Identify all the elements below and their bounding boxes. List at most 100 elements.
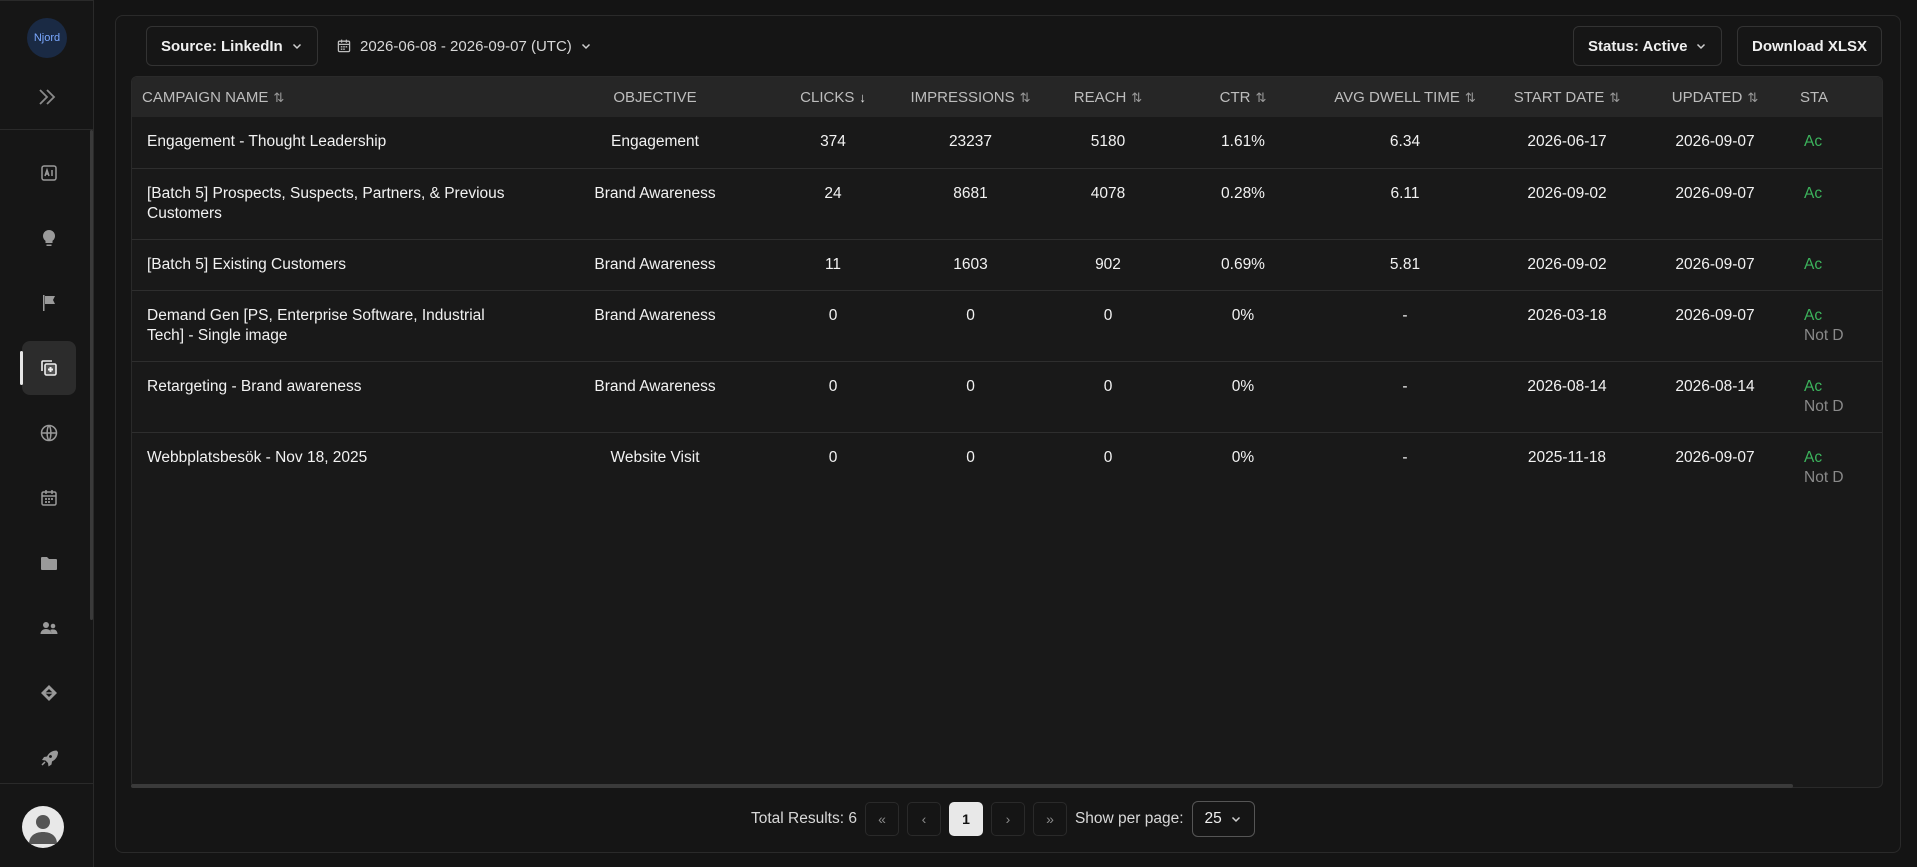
- date-range-picker[interactable]: 2026-06-08 - 2026-09-07 (UTC): [322, 26, 606, 66]
- ctr: 0%: [1231, 448, 1255, 466]
- campaign-name[interactable]: Retargeting - Brand awareness: [132, 361, 537, 433]
- status-subtext: Not D: [1804, 326, 1844, 344]
- status-cell: Ac Not D: [1788, 432, 1882, 503]
- col-status: STA: [1800, 88, 1829, 106]
- impressions: 0: [893, 361, 1048, 433]
- double-chevron-right-icon: »: [1046, 811, 1054, 827]
- status-cell: Ac: [1788, 168, 1882, 240]
- chevron-right-icon: ›: [1005, 811, 1011, 827]
- col-start-date[interactable]: START DATE ⇅: [1492, 77, 1642, 117]
- status-text: Ac: [1804, 184, 1823, 202]
- globe-icon[interactable]: [22, 406, 76, 460]
- col-impressions[interactable]: IMPRESSIONS ⇅: [893, 77, 1048, 117]
- sort-icon: ⇅: [1609, 89, 1621, 105]
- brand-logo[interactable]: Njord: [27, 18, 67, 58]
- rocket-icon[interactable]: [22, 731, 76, 785]
- ai-report-icon[interactable]: [22, 146, 76, 200]
- campaign-name[interactable]: Engagement - Thought Leadership: [132, 117, 537, 169]
- table-row[interactable]: [Batch 5] Prospects, Suspects, Partners,…: [132, 168, 1882, 240]
- col-updated[interactable]: UPDATED ⇅: [1642, 77, 1788, 117]
- first-page-button[interactable]: «: [864, 802, 899, 836]
- table-row[interactable]: Retargeting - Brand awareness Brand Awar…: [132, 361, 1882, 433]
- folder-icon[interactable]: [22, 536, 76, 590]
- page-button-current[interactable]: 1: [948, 802, 983, 836]
- status-filter-dropdown[interactable]: Status: Active: [1573, 26, 1723, 66]
- sort-icon: ⇅: [1464, 89, 1476, 105]
- download-xlsx-button[interactable]: Download XLSX: [1737, 26, 1883, 66]
- ctr: 0%: [1168, 290, 1318, 362]
- campaign-name[interactable]: Demand Gen [PS, Enterprise Software, Ind…: [132, 290, 537, 362]
- per-page-value: 25: [1204, 810, 1222, 827]
- status-text: Ac: [1804, 377, 1823, 395]
- prev-page-button[interactable]: ‹: [906, 802, 941, 836]
- clicks: 0: [828, 448, 838, 466]
- objective: Brand Awareness: [537, 361, 773, 433]
- updated-date: 2026-09-07: [1642, 117, 1788, 169]
- chevron-down-icon: [292, 43, 301, 50]
- objective: Website Visit: [610, 448, 700, 466]
- download-label: Download XLSX: [1752, 37, 1868, 55]
- start-date: 2026-08-14: [1492, 361, 1642, 433]
- impressions: 1603: [893, 239, 1048, 291]
- reach: 902: [1048, 239, 1168, 291]
- users-icon[interactable]: [22, 601, 76, 655]
- chevron-down-icon: [581, 43, 590, 50]
- col-clicks[interactable]: CLICKS ↓: [773, 77, 893, 117]
- pagination: Total Results: 6 « ‹ 1 › » Show per page…: [751, 801, 1255, 837]
- status-cell: Ac: [1788, 239, 1882, 291]
- campaigns-icon[interactable]: [20, 341, 76, 395]
- expand-sidebar-icon[interactable]: [36, 86, 58, 108]
- table-row[interactable]: [Batch 5] Existing Customers Brand Aware…: [132, 239, 1882, 291]
- objective: Brand Awareness: [537, 290, 773, 362]
- col-ctr[interactable]: CTR ⇅: [1168, 77, 1318, 117]
- avg-dwell-time: -: [1318, 361, 1492, 433]
- date-range-label: 2026-06-08 - 2026-09-07 (UTC): [360, 37, 572, 55]
- status-cell: Ac: [1788, 117, 1882, 169]
- col-campaign-name[interactable]: CAMPAIGN NAME ⇅: [132, 77, 537, 117]
- start-date: 2025-11-18: [1527, 448, 1607, 466]
- user-avatar[interactable]: [22, 806, 64, 848]
- start-date: 2026-09-02: [1492, 168, 1642, 240]
- sidebar-divider: [0, 129, 94, 130]
- objective: Brand Awareness: [537, 168, 773, 240]
- table-row[interactable]: Demand Gen [PS, Enterprise Software, Ind…: [132, 290, 1882, 362]
- col-reach[interactable]: REACH ⇅: [1048, 77, 1168, 117]
- col-avg-dwell-time[interactable]: AVG DWELL TIME ⇅: [1318, 77, 1492, 117]
- next-page-button[interactable]: ›: [990, 802, 1025, 836]
- tag-icon[interactable]: [22, 666, 76, 720]
- source-dropdown[interactable]: Source: LinkedIn: [146, 26, 318, 66]
- chevron-left-icon: ‹: [921, 811, 927, 827]
- table-row[interactable]: Webbplatsbesök - Nov 18, 2025 Website Vi…: [132, 432, 1882, 503]
- sidebar-scrollbar[interactable]: [90, 130, 93, 620]
- calendar-icon[interactable]: [22, 471, 76, 525]
- flag-icon[interactable]: [22, 276, 76, 330]
- sort-icon: ⇅: [1131, 89, 1143, 105]
- avg-dwell-time: -: [1402, 448, 1408, 466]
- sidebar-footer-divider: [0, 783, 94, 784]
- objective: Engagement: [537, 117, 773, 169]
- chevron-down-icon: [1697, 43, 1706, 50]
- start-date: 2026-03-18: [1492, 290, 1642, 362]
- avg-dwell-time: 6.34: [1318, 117, 1492, 169]
- sort-icon: ⇅: [1747, 89, 1759, 105]
- sidebar: Njord: [0, 0, 94, 867]
- status-cell: Ac Not D: [1788, 290, 1882, 362]
- source-label: Source: LinkedIn: [161, 37, 283, 55]
- sort-desc-icon: ↓: [859, 89, 866, 105]
- campaign-name[interactable]: [Batch 5] Existing Customers: [132, 239, 537, 291]
- avg-dwell-time: -: [1318, 290, 1492, 362]
- sort-icon: ⇅: [1019, 89, 1031, 105]
- lightbulb-icon[interactable]: [22, 211, 76, 265]
- impressions: 0: [893, 290, 1048, 362]
- table-row[interactable]: Engagement - Thought Leadership Engageme…: [132, 117, 1882, 169]
- status-subtext: Not D: [1804, 468, 1844, 486]
- per-page-select[interactable]: 25: [1191, 801, 1255, 837]
- avg-dwell-time: 6.11: [1318, 168, 1492, 240]
- campaign-name[interactable]: Webbplatsbesök - Nov 18, 2025: [132, 432, 537, 503]
- table-horizontal-scrollbar[interactable]: [131, 784, 1793, 788]
- last-page-button[interactable]: »: [1032, 802, 1067, 836]
- status-text: Ac: [1804, 133, 1823, 150]
- campaign-name[interactable]: [Batch 5] Prospects, Suspects, Partners,…: [132, 168, 537, 240]
- impressions: 0: [966, 448, 975, 466]
- chevron-down-icon: [1231, 816, 1240, 823]
